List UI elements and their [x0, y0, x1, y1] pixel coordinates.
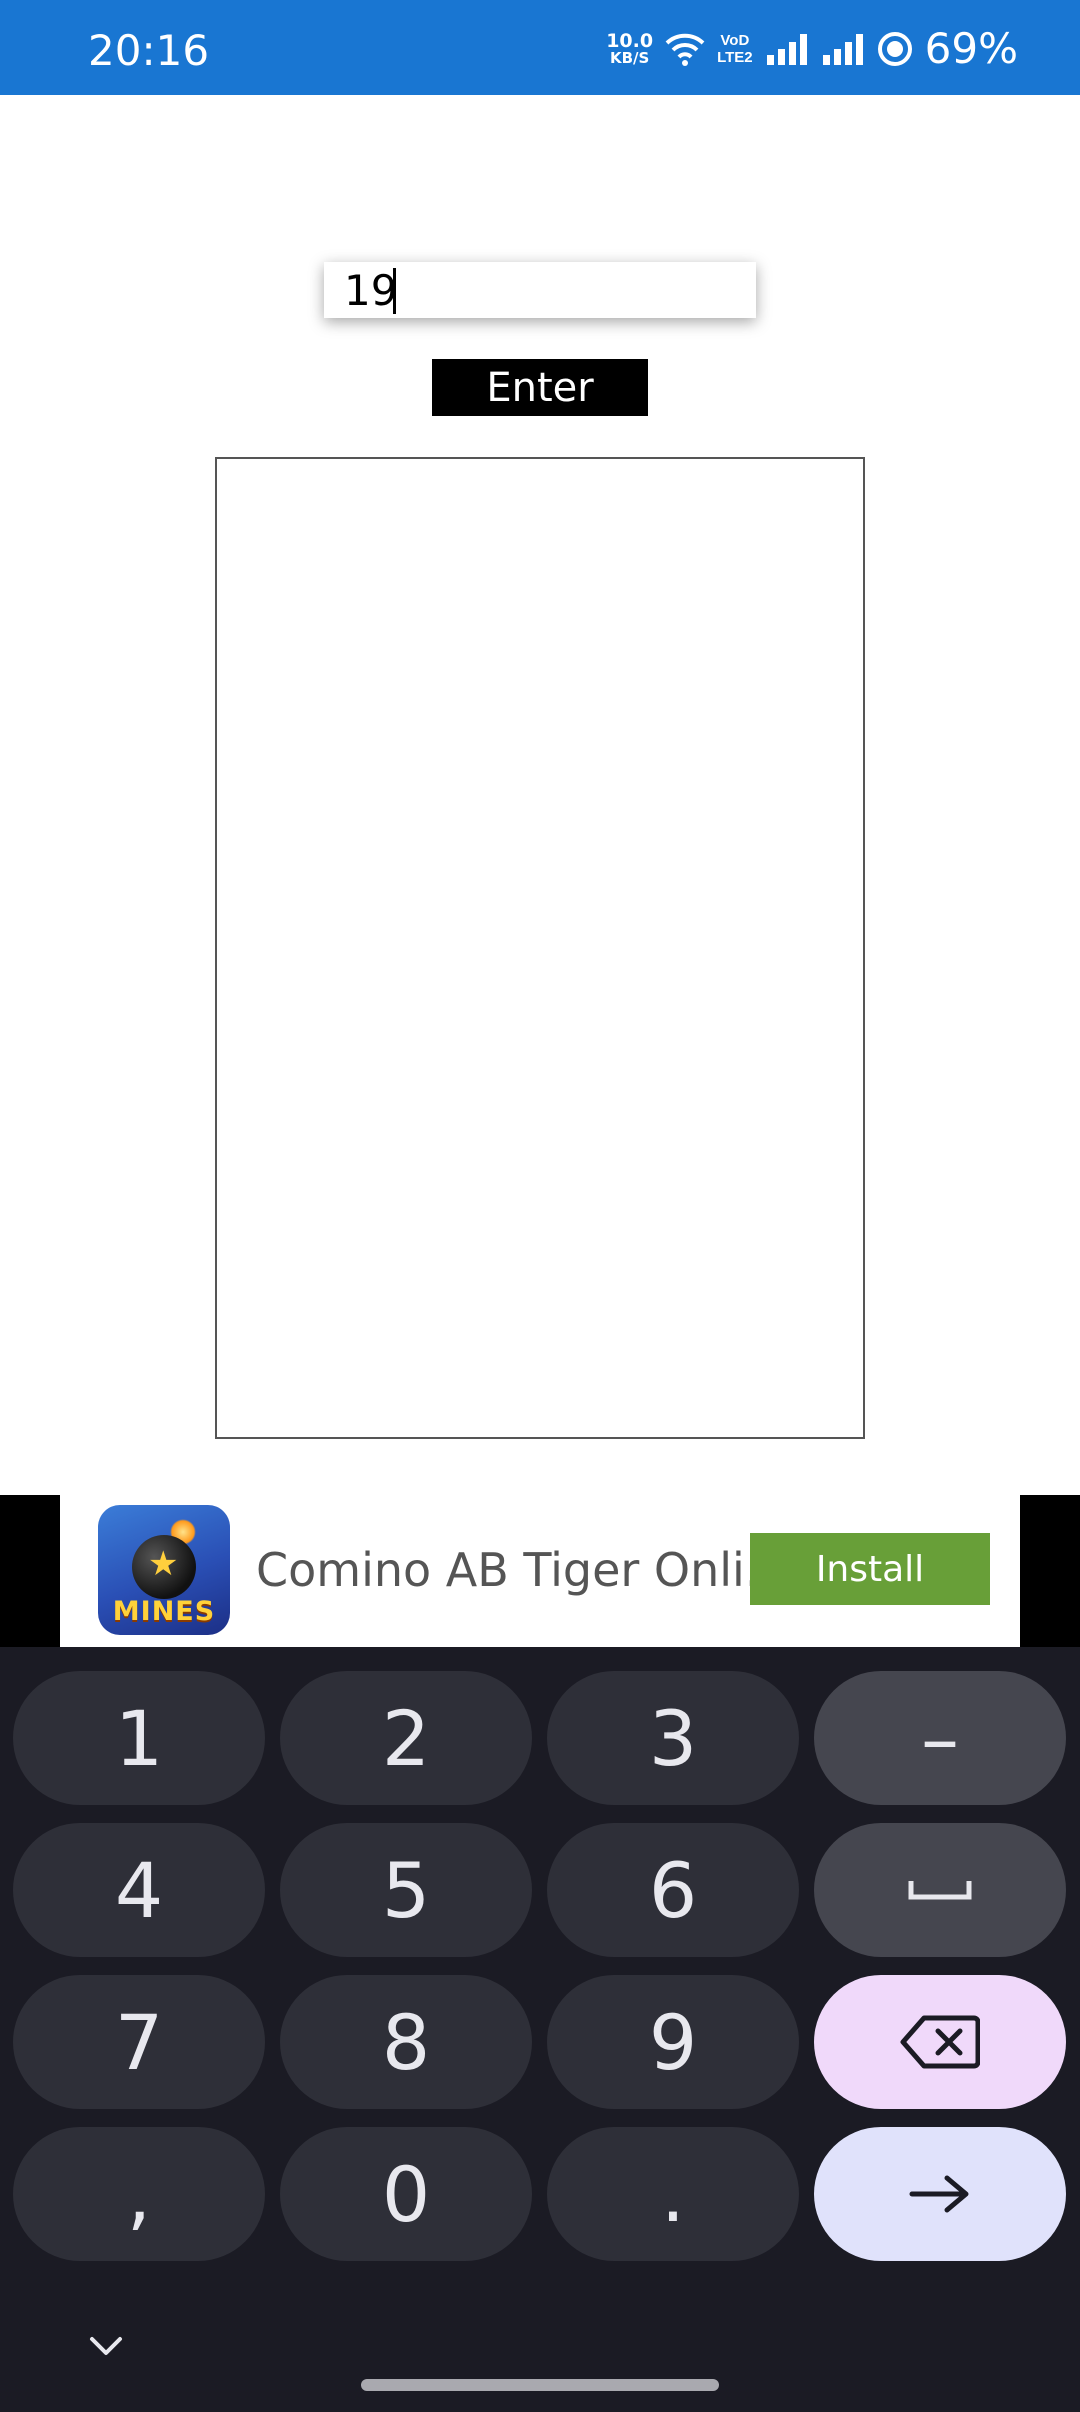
space-icon	[908, 1881, 972, 1900]
status-bar: 20:16 10.0 KB/S VoD LTE2 69%	[0, 0, 1080, 95]
key-6[interactable]: 6	[547, 1823, 799, 1957]
install-button[interactable]: Install	[750, 1533, 990, 1605]
key-3[interactable]: 3	[547, 1671, 799, 1805]
status-icons: 10.0 KB/S VoD LTE2 69%	[606, 26, 1018, 72]
key-2[interactable]: 2	[280, 1671, 532, 1805]
signal-icon	[766, 34, 807, 65]
output-area	[215, 457, 865, 1439]
go-arrow-icon	[909, 2175, 969, 2213]
volte-top: VoD	[720, 32, 750, 49]
ad-icon-label: MINES	[112, 1596, 216, 1627]
status-time: 20:16	[88, 26, 210, 75]
wifi-icon	[665, 33, 705, 66]
key-4[interactable]: 4	[13, 1823, 265, 1957]
home-indicator[interactable]	[361, 2379, 719, 2391]
ad-title[interactable]: Comino AB Tiger Onli...	[256, 1543, 789, 1597]
key-0[interactable]: 0	[280, 2127, 532, 2261]
key-7[interactable]: 7	[13, 1975, 265, 2109]
key-8[interactable]: 8	[280, 1975, 532, 2109]
ad-app-icon[interactable]: ★ MINES	[98, 1505, 230, 1635]
text-cursor	[393, 268, 396, 314]
signal-icon	[822, 34, 863, 65]
star-icon: ★	[148, 1545, 179, 1583]
ad-banner[interactable]: ★ MINES Comino AB Tiger Onli... Install	[60, 1495, 1020, 1647]
battery-saver-icon	[877, 32, 912, 66]
chevron-down-icon	[90, 2337, 122, 2355]
network-speed: 10.0 KB/S	[606, 30, 654, 67]
backspace-icon	[900, 2015, 980, 2069]
battery-percentage: 69%	[924, 24, 1018, 73]
volte-bottom: LTE2	[717, 49, 753, 66]
hide-keyboard-button[interactable]	[86, 2326, 126, 2366]
key-period[interactable]: .	[547, 2127, 799, 2261]
backspace-key[interactable]	[814, 1975, 1066, 2109]
key-1[interactable]: 1	[13, 1671, 265, 1805]
key-5[interactable]: 5	[280, 1823, 532, 1957]
volte-icon: VoD LTE2	[717, 32, 753, 66]
key-comma[interactable]: ,	[13, 2127, 265, 2261]
key-minus[interactable]: –	[814, 1671, 1066, 1805]
enter-button[interactable]: Enter	[432, 359, 648, 416]
key-9[interactable]: 9	[547, 1975, 799, 2109]
number-input[interactable]	[324, 262, 756, 318]
go-key[interactable]	[814, 2127, 1066, 2261]
space-key[interactable]	[814, 1823, 1066, 1957]
network-speed-value: 10.0	[606, 30, 654, 52]
network-speed-unit: KB/S	[609, 49, 650, 67]
